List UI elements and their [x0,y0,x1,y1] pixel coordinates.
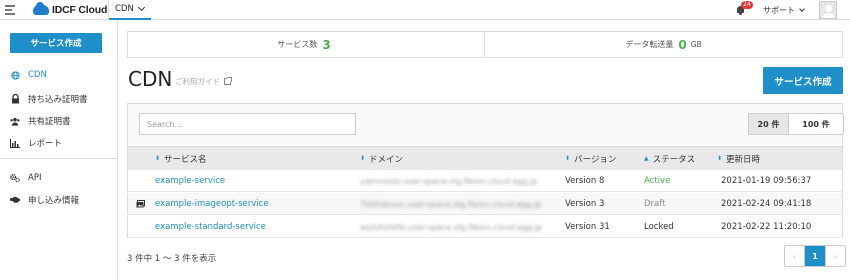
chevron-down-icon [137,3,145,12]
idcf-cloud-logo[interactable]: IDCF Cloud [33,2,108,17]
sort-icon: ⬍ [565,155,571,162]
sidebar-item-label: レポート [28,139,63,149]
table-row[interactable]: example-service yqmxxzdz.user-space.stg.… [127,170,843,192]
service-count-value: 3 [322,37,331,52]
service-domain: 7bbhdzuxn.user-space.stg.fleixn.cloud.eg… [360,199,542,209]
image-icon [136,200,145,208]
service-version: Version 8 [565,176,605,186]
updated-at: 2021-02-22 11:20:10 [721,222,812,232]
column-header-label: ステータス [652,154,696,165]
bar-chart-icon [10,138,20,148]
service-name-link[interactable]: example-imageopt-service [155,199,269,209]
table-row[interactable]: example-standard-service aq3vfuhkfe.user… [127,216,843,238]
column-header-label: 更新日時 [726,154,761,165]
transfer-unit: GB [690,40,702,49]
handshake-icon [10,195,20,205]
pagination: ‹ 1 › [784,245,846,267]
sidebar-item-application-info[interactable]: 申し込み情報 [10,193,79,207]
table-header: ⬍ サービス名 ⬍ ドメイン ⬍ バージョン ▲ ステータス ⬍ 更新日時 [127,147,843,170]
product-selector[interactable]: CDN [109,0,151,20]
logo-text: IDCF Cloud [52,4,108,16]
service-version: Version 3 [565,199,605,209]
next-page-button[interactable]: › [825,246,845,266]
search-input[interactable] [139,113,356,135]
prev-page-button[interactable]: ‹ [785,246,805,266]
transfer-label: データ転送量 [625,40,674,49]
updated-at: 2021-02-24 09:41:18 [721,199,812,209]
top-bar: IDCF Cloud CDN 24 サポート [0,0,850,20]
column-header-label: ドメイン [369,154,404,165]
avatar[interactable] [819,1,837,19]
page-title: CDN [128,67,173,91]
support-label: サポート [763,5,795,15]
filter-panel: 20 件 100 件 [127,103,844,147]
column-header-updated[interactable]: ⬍ 更新日時 [717,147,760,170]
sidebar-item-label: 申し込み情報 [28,196,80,206]
column-header-status[interactable]: ▲ ステータス [644,147,695,170]
transfer-value: 0 [678,37,687,52]
table-row[interactable]: example-imageopt-service 7bbhdzuxn.user-… [127,193,843,215]
product-selector-label: CDN [115,4,134,14]
status-badge: Active [644,176,671,186]
sidebar-item-report[interactable]: レポート [10,136,62,150]
transfer-stat: データ転送量 0 GB [485,32,842,57]
usage-guide-link[interactable]: ご利用ガイド [175,76,232,87]
sort-icon: ⬍ [717,155,723,162]
sidebar-divider [0,158,118,159]
column-header-label: バージョン [574,154,617,165]
sidebar-item-api[interactable]: API [10,171,41,185]
sidebar: サービス作成 CDN 持ち込み証明書 共有証明書 レポート API 申し込み情報 [0,20,118,280]
sidebar-item-label: CDN [28,70,47,80]
status-badge: Locked [644,222,674,232]
service-name-link[interactable]: example-service [155,176,225,186]
service-domain: yqmxxzdz.user-space.stg.fleixn.cloud.egg… [360,176,538,186]
create-service-button[interactable]: サービス作成 [763,67,843,94]
column-header-label: サービス名 [164,154,207,165]
result-summary: 3 件中 1 〜 3 件を表示 [127,254,217,264]
users-icon [10,116,20,126]
stats-panel: サービス数 3 データ転送量 0 GB [127,31,843,58]
updated-at: 2021-01-19 09:56:37 [721,176,812,186]
service-count-label: サービス数 [277,40,318,49]
sort-icon: ⬍ [360,155,366,162]
column-header-version[interactable]: ⬍ バージョン [565,147,616,170]
sidebar-create-service-button[interactable]: サービス作成 [10,33,102,53]
page-size-100-button[interactable]: 100 件 [789,114,843,134]
lock-icon [10,94,20,104]
status-badge: Draft [644,199,666,209]
page-button-current[interactable]: 1 [805,246,825,266]
page-size-20-button[interactable]: 20 件 [749,114,789,134]
service-count-stat: サービス数 3 [128,32,485,57]
sort-asc-icon: ▲ [644,155,649,162]
sidebar-item-cdn[interactable]: CDN [10,68,47,82]
service-version: Version 31 [565,222,610,232]
notification-badge: 24 [741,1,753,9]
sort-icon: ⬍ [155,155,161,162]
hamburger-menu-icon[interactable] [5,5,15,15]
sidebar-item-label: API [28,173,42,183]
sidebar-item-label: 共有証明書 [28,117,71,127]
column-header-name[interactable]: ⬍ サービス名 [155,147,207,170]
page-size-toggle: 20 件 100 件 [748,113,844,135]
service-name-link[interactable]: example-standard-service [155,222,266,232]
sidebar-item-shared-certificates[interactable]: 共有証明書 [10,114,71,128]
cloud-logo-icon [33,2,49,15]
sidebar-item-label: 持ち込み証明書 [28,95,88,105]
column-header-domain[interactable]: ⬍ ドメイン [360,147,403,170]
sidebar-item-own-certificates[interactable]: 持ち込み証明書 [10,92,88,106]
support-menu[interactable]: サポート [763,0,805,20]
external-link-icon [224,77,232,85]
globe-icon [10,70,20,80]
service-domain: aq3vfuhkfe.user-space.stg.fleixn.cloud.e… [360,222,543,232]
gears-icon [10,173,20,183]
chevron-down-icon [799,5,805,12]
usage-guide-label: ご利用ガイド [175,77,220,86]
